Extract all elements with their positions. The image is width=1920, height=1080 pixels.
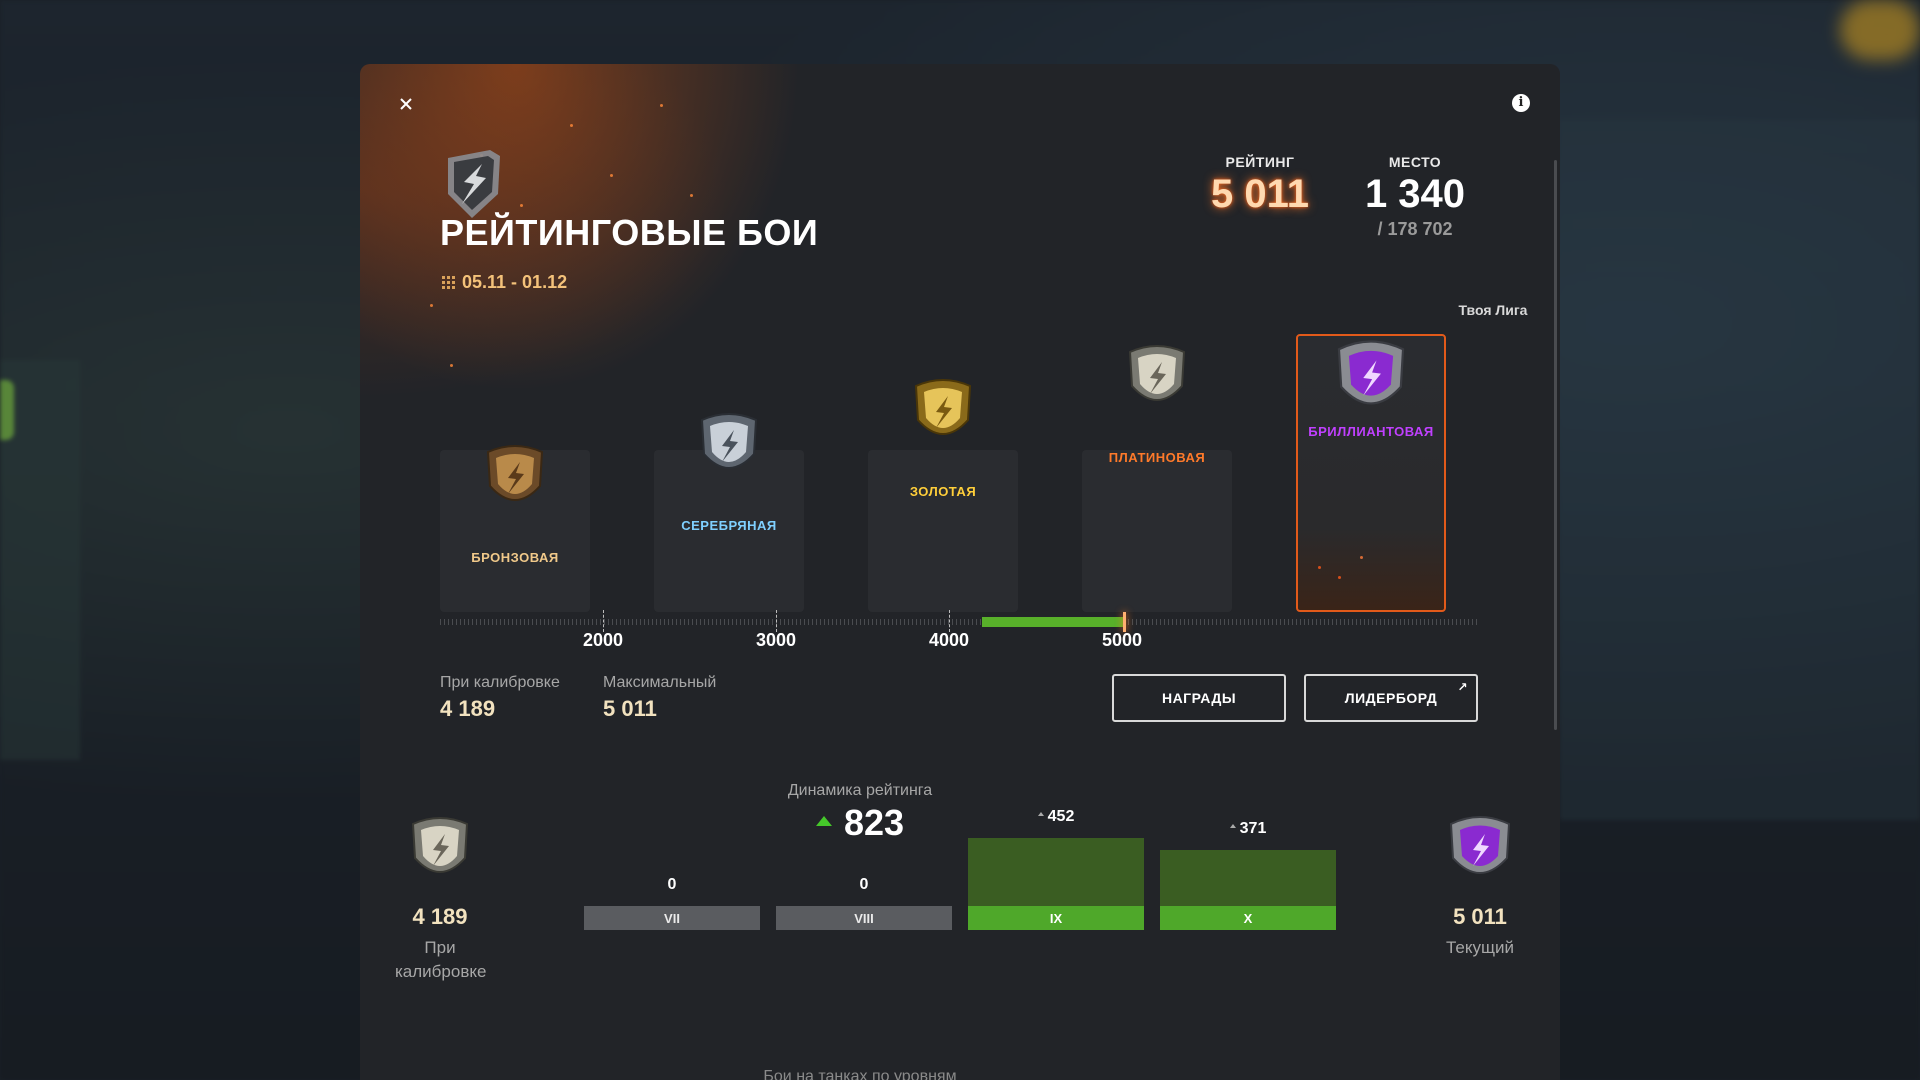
tier-label: IX <box>968 906 1144 930</box>
max-label: Максимальный <box>603 674 717 691</box>
league-card-platinum[interactable]: ПЛАТИНОВАЯ <box>1082 345 1232 612</box>
fire-decoration <box>360 64 880 484</box>
dynamics-value-text: 823 <box>843 802 905 843</box>
spark <box>1338 576 1341 579</box>
leaderboard-button[interactable]: ЛИДЕРБОРД ↗ <box>1304 674 1478 722</box>
league-card-diamond[interactable]: БРИЛЛИАНТОВАЯ <box>1296 334 1446 612</box>
page-title: РЕЙТИНГОВЫЕ БОИ <box>440 212 819 253</box>
rating-scale-label: 3000 <box>755 630 797 650</box>
tier-label: VIII <box>776 906 952 930</box>
external-link-icon: ↗ <box>1457 680 1468 694</box>
tier-delta-text: 452 <box>1047 808 1075 825</box>
tier-delta: 0 <box>859 876 869 893</box>
spark <box>1360 556 1363 559</box>
rating-scale-tick <box>949 610 951 632</box>
calendar-icon <box>442 275 456 290</box>
rating-scale-label: 5000 <box>1101 630 1143 650</box>
spark <box>690 194 693 197</box>
rating-label: РЕЙТИНГ <box>1225 154 1295 170</box>
silver-league-badge-icon <box>700 413 758 469</box>
league-card-gold[interactable]: ЗОЛОТАЯ <box>868 379 1018 612</box>
rating-stat: РЕЙТИНГ 5 011 <box>1190 154 1330 217</box>
info-icon[interactable]: i <box>1512 94 1530 112</box>
league-name: ЗОЛОТАЯ <box>909 484 977 499</box>
tier-delta: 0 <box>667 876 677 893</box>
rating-scale-tick <box>776 610 778 632</box>
rating-scale-label: 2000 <box>582 630 624 650</box>
calibration-value: 4 189 <box>440 696 496 721</box>
diamond-league-badge-icon <box>1337 340 1405 405</box>
rating-scale-tick <box>603 610 605 632</box>
tier-delta-text: 371 <box>1239 820 1267 837</box>
tier-label: VII <box>584 906 760 930</box>
gold-league-badge-icon <box>914 379 972 435</box>
start-label: При калибровке <box>395 938 487 981</box>
tier-label: X <box>1160 906 1336 930</box>
rewards-button[interactable]: НАГРАДЫ <box>1112 674 1286 722</box>
spark <box>610 174 613 177</box>
season-dates-text: 05.11 - 01.12 <box>462 272 568 292</box>
league-name: ПЛАТИНОВАЯ <box>1108 450 1206 465</box>
leaderboard-button-label: ЛИДЕРБОРД <box>1344 690 1438 706</box>
modal-scrollbar[interactable] <box>1554 160 1557 730</box>
calibration-label: При калибровке <box>440 674 560 691</box>
spark <box>1318 566 1321 569</box>
tier-delta: 452 <box>968 808 1144 826</box>
rating-scale <box>440 610 1480 632</box>
rewards-button-label: НАГРАДЫ <box>1161 690 1237 706</box>
diamond-league-badge-icon <box>1449 816 1511 874</box>
arrow-up-icon <box>1037 811 1044 816</box>
ranked-battles-modal: i РЕЙТИНГОВЫЕ БОИ 05.11 - 01.12 РЕЙТИНГ … <box>360 64 1560 1080</box>
place-label: МЕСТО <box>1388 154 1442 170</box>
spark <box>450 364 453 367</box>
league-name: СЕРЕБРЯНАЯ <box>681 518 777 533</box>
place-total: / 178 702 <box>1377 219 1453 239</box>
place-stat: МЕСТО 1 340 / 178 702 <box>1340 154 1490 240</box>
rating-scale-label: 4000 <box>928 630 970 650</box>
background-indicator <box>0 380 14 440</box>
rating-scale-cursor <box>1122 612 1126 632</box>
rating-scale-track <box>440 619 1480 625</box>
spark <box>430 304 433 307</box>
tier-delta: 371 <box>1160 820 1336 838</box>
dynamics-value: 823 <box>760 802 960 844</box>
end-label: Текущий <box>1446 938 1514 957</box>
bronze-league-badge-icon <box>486 445 544 501</box>
league-name: БРОНЗОВАЯ <box>471 550 559 565</box>
calibration-metric: При калибровке 4 189 <box>440 674 560 722</box>
spark <box>660 104 663 107</box>
ranked-mode-logo-icon <box>448 150 500 218</box>
arrow-up-icon <box>1229 823 1236 828</box>
league-card-silver[interactable]: СЕРЕБРЯНАЯ <box>654 413 804 612</box>
league-name: БРИЛЛИАНТОВАЯ <box>1308 424 1434 439</box>
rating-scale-fill <box>981 617 1124 627</box>
season-dates: 05.11 - 01.12 <box>442 272 567 293</box>
spark <box>520 204 523 207</box>
arrow-up-icon <box>815 816 832 827</box>
background-panel <box>1560 120 1920 820</box>
tier-bar <box>1160 850 1336 906</box>
background-currency-icon <box>1840 0 1920 60</box>
dynamics-title: Динамика рейтинга <box>787 782 933 799</box>
max-metric: Максимальный 5 011 <box>603 674 716 722</box>
spark <box>570 124 573 127</box>
platinum-league-badge-icon <box>411 817 469 873</box>
place-value: 1 340 <box>1364 172 1466 216</box>
tier-battles-caption: Бои на танках по уровням <box>763 1068 957 1080</box>
close-button[interactable] <box>392 90 420 118</box>
rating-value: 5 011 <box>1211 172 1309 216</box>
dynamics-end: 5 011 Текущий <box>1420 816 1540 960</box>
end-value: 5 011 <box>1453 904 1507 929</box>
start-value: 4 189 <box>412 904 468 929</box>
platinum-league-badge-icon <box>1128 345 1186 401</box>
close-icon <box>400 98 412 110</box>
league-card-bronze[interactable]: БРОНЗОВАЯ <box>440 445 590 612</box>
your-league-label: Твоя Лига <box>1458 302 1528 318</box>
tier-bar <box>968 838 1144 906</box>
dynamics-start: 4 189 При калибровке <box>380 817 500 984</box>
max-value: 5 011 <box>603 696 657 721</box>
